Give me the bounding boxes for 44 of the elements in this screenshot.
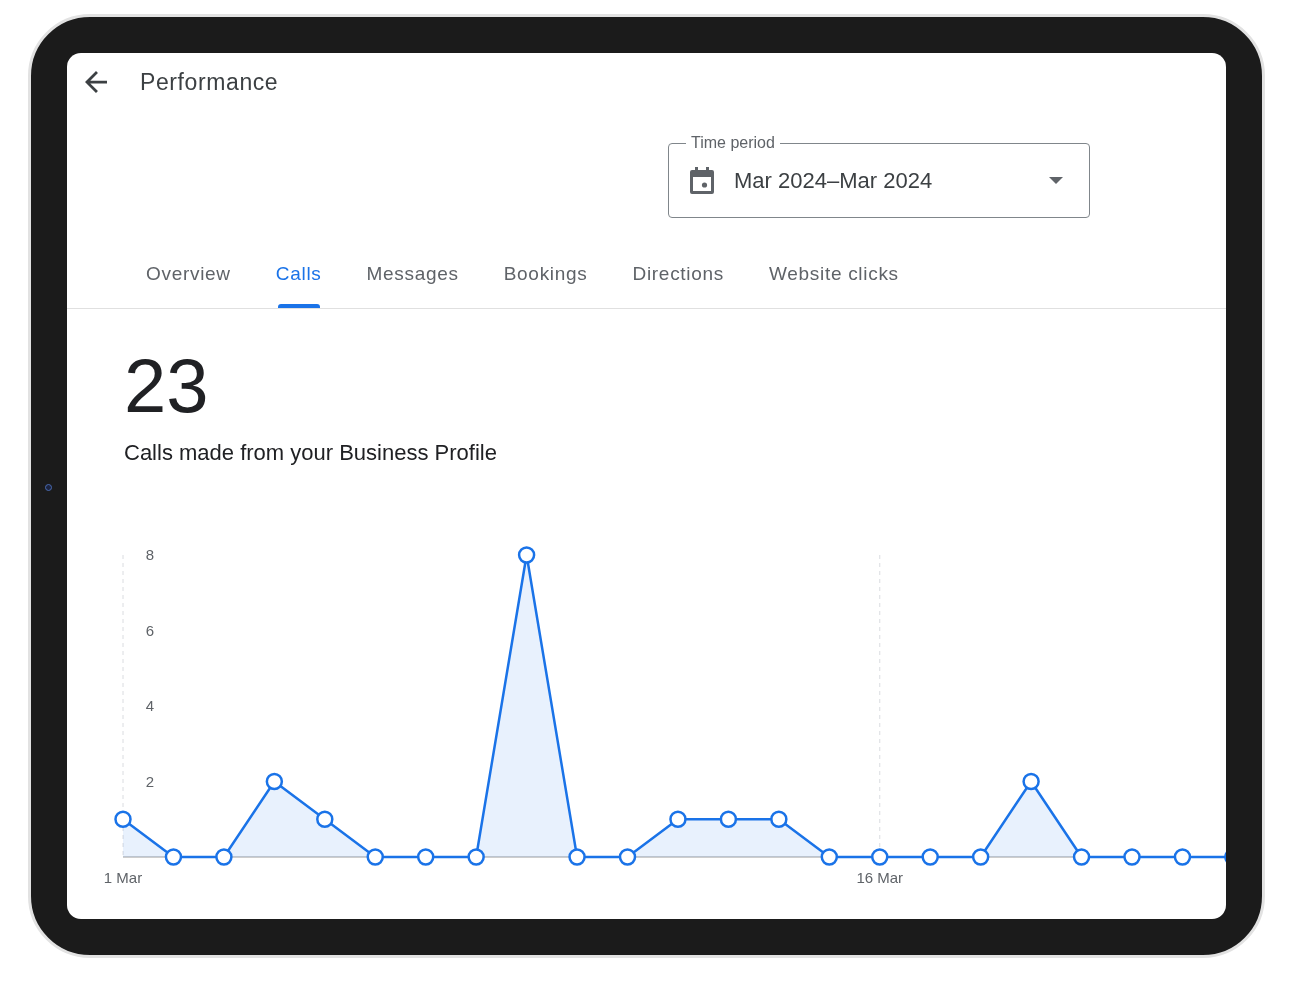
tab[interactable]: Calls: [275, 240, 322, 308]
axis-label: 4: [145, 697, 155, 714]
back-arrow-icon: [85, 71, 107, 93]
data-point: [316, 810, 334, 828]
data-point: [669, 810, 687, 828]
axis-label: 6: [145, 621, 155, 639]
data-point: [467, 848, 485, 866]
data-point: [770, 810, 788, 828]
data-point: [517, 546, 536, 564]
tab[interactable]: Website clicks: [769, 240, 899, 308]
camera-icon: [45, 484, 52, 491]
data-point: [820, 848, 839, 866]
data-point: [568, 848, 586, 866]
data-point: [215, 848, 233, 866]
back-button[interactable]: [85, 71, 107, 93]
data-point: [719, 810, 738, 828]
calls-count: 23: [124, 348, 209, 424]
data-point: [1173, 848, 1192, 866]
calendar-icon: [689, 167, 715, 194]
tab[interactable]: Bookings: [503, 240, 588, 308]
caret-icon: [1049, 177, 1063, 184]
page-title: Performance: [140, 68, 279, 96]
field-value: Mar 2024–Mar 2024: [734, 166, 933, 195]
axis-label: 2: [145, 772, 155, 790]
data-point: [971, 848, 990, 866]
axis-label: 8: [145, 546, 155, 563]
data-point: [416, 848, 435, 866]
data-point: [1072, 848, 1091, 866]
data-point: [921, 848, 939, 866]
data-point: [1123, 848, 1141, 866]
data-point: [114, 810, 132, 828]
data-point: [871, 848, 889, 866]
tab[interactable]: Messages: [366, 240, 459, 308]
data-point: [366, 848, 384, 866]
axis-label: 1 Mar: [103, 869, 143, 886]
data-point: [164, 848, 183, 866]
field-label: Time period: [686, 133, 780, 153]
tab[interactable]: Overview: [146, 240, 231, 308]
summary-caption: Calls made from your Business Profile: [124, 439, 497, 467]
data-point: [618, 848, 637, 866]
tab[interactable]: Directions: [632, 240, 724, 308]
data-point: [265, 772, 284, 791]
axis-label: 16 Mar: [856, 869, 904, 886]
data-point: [1022, 772, 1040, 791]
